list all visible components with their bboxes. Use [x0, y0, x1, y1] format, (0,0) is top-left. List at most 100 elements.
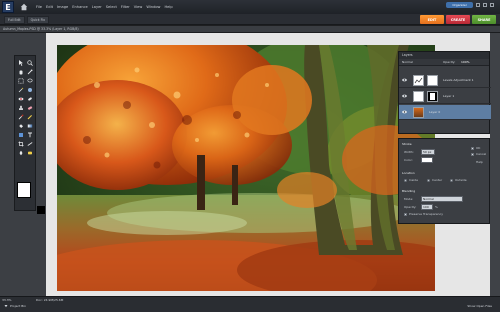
close-icon[interactable]	[490, 3, 494, 7]
cancel-button-indicator	[471, 153, 474, 156]
menu-enhance[interactable]: Enhance	[72, 5, 88, 9]
layer-thumbnail	[413, 107, 424, 118]
blend-mode-label: Mode:	[404, 197, 414, 201]
location-outside-label: Outside	[455, 178, 467, 182]
type-tool-icon[interactable]	[26, 131, 33, 138]
eye-icon[interactable]	[402, 78, 407, 82]
share-mode-button[interactable]: SHARE	[472, 15, 496, 24]
project-bin-toggle[interactable]: Project Bin	[4, 304, 26, 308]
minimize-icon[interactable]	[476, 3, 480, 7]
eraser-icon[interactable]	[26, 104, 33, 111]
zoom-level[interactable]: 33.3%	[2, 298, 12, 302]
document-title: Autumn_Maples.PSD @ 33.3% (Layer 1, RGB/…	[3, 27, 79, 31]
stroke-color-label: Color:	[404, 158, 413, 162]
status-bar: 33.3% Doc: 24.9M/25.6M Project Bin Show …	[0, 296, 500, 312]
pencil-tool-icon[interactable]	[26, 113, 33, 120]
menu-image[interactable]: Image	[57, 5, 68, 9]
foreground-color-swatch[interactable]	[17, 182, 31, 198]
move-tool-icon[interactable]	[17, 59, 24, 66]
blur-tool-icon[interactable]	[17, 149, 24, 156]
layer-row-active[interactable]: Layer 0	[399, 105, 491, 120]
window-controls: Organizer	[446, 2, 494, 8]
eye-icon[interactable]	[402, 94, 407, 98]
blend-opacity-field[interactable]: 100	[421, 204, 433, 210]
tab-full-edit[interactable]: Full Edit	[4, 16, 25, 24]
logo-letter: E	[5, 2, 11, 12]
location-inside-radio[interactable]	[404, 179, 407, 182]
brush-tool-icon[interactable]	[17, 113, 24, 120]
mode-tabs: EDIT CREATE SHARE	[420, 15, 496, 24]
vertical-scrollbar[interactable]	[490, 33, 500, 296]
ok-button-indicator	[471, 147, 474, 150]
tools-panel	[0, 33, 46, 296]
document-title-bar: Autumn_Maples.PSD @ 33.3% (Layer 1, RGB/…	[0, 26, 500, 33]
paint-bucket-icon[interactable]	[17, 122, 24, 129]
stroke-width-label: Width:	[404, 150, 414, 154]
menu-window[interactable]: Window	[146, 5, 160, 9]
edit-mode-button[interactable]: EDIT	[420, 15, 444, 24]
layers-panel: Layers Normal Opacity: 100% Levels Adjus…	[398, 51, 491, 134]
menu-select[interactable]: Select	[106, 5, 117, 9]
app-menubar: E File Edit Image Enhance Layer Select F…	[0, 0, 500, 14]
blend-mode-select[interactable]: Normal	[421, 196, 463, 202]
eyedropper-icon[interactable]	[26, 68, 33, 75]
quick-selection-icon[interactable]	[26, 86, 33, 93]
layer-row[interactable]: Layer 1	[399, 89, 491, 104]
layers-panel-title: Layers	[399, 52, 489, 59]
layer-row[interactable]: Levels Adjustment 1	[399, 73, 491, 88]
tab-quick-fix[interactable]: Quick Fix	[26, 16, 50, 24]
background-color-swatch[interactable]	[37, 206, 45, 214]
layers-toolbar: Normal Opacity: 100%	[399, 59, 489, 66]
layer-opacity-value[interactable]: 100%	[461, 60, 470, 64]
gradient-tool-icon[interactable]	[26, 122, 33, 129]
autumn-maple-photo[interactable]	[57, 45, 435, 291]
menu-filter[interactable]: Filter	[121, 5, 130, 9]
maximize-icon[interactable]	[483, 3, 487, 7]
marquee-tool-icon[interactable]	[17, 77, 24, 84]
sponge-tool-icon[interactable]	[26, 149, 33, 156]
menu-file[interactable]: File	[36, 5, 42, 9]
location-center-radio[interactable]	[427, 179, 430, 182]
organizer-button[interactable]: Organizer	[446, 2, 473, 8]
blend-mode-value: Normal	[423, 197, 434, 201]
preserve-transparency-label: Preserve Transparency	[409, 212, 443, 216]
blend-opacity-label: Opacity:	[404, 205, 417, 209]
blend-mode-select[interactable]: Normal	[402, 60, 413, 64]
location-inside-label: Inside	[409, 178, 418, 182]
straighten-tool-icon[interactable]	[26, 140, 33, 147]
stroke-width-value: 50 px	[423, 150, 432, 154]
ok-button[interactable]: OK	[476, 146, 480, 150]
healing-brush-icon[interactable]	[26, 95, 33, 102]
create-mode-button[interactable]: CREATE	[446, 15, 470, 24]
document-size: Doc: 24.9M/25.6M	[36, 298, 64, 302]
help-button[interactable]: Help	[476, 160, 483, 164]
cancel-button[interactable]: Cancel	[476, 152, 486, 156]
layer-mask-thumbnail	[427, 91, 438, 102]
home-icon[interactable]	[18, 1, 30, 13]
layer-name: Levels Adjustment 1	[443, 78, 474, 82]
menu-edit[interactable]: Edit	[46, 5, 53, 9]
hand-tool-icon[interactable]	[17, 68, 24, 75]
preserve-transparency-checkbox[interactable]	[404, 213, 407, 216]
crop-tool-icon[interactable]	[17, 140, 24, 147]
project-bin-label: Project Bin	[10, 304, 27, 308]
mode-bar: Full Edit Quick Fix EDIT CREATE SHARE	[0, 14, 500, 25]
lasso-tool-icon[interactable]	[26, 77, 33, 84]
red-eye-icon[interactable]	[17, 95, 24, 102]
app-logo[interactable]: E	[2, 1, 14, 13]
menu-help[interactable]: Help	[164, 5, 172, 9]
stroke-color-swatch[interactable]	[421, 157, 433, 163]
location-center-label: Center	[432, 178, 443, 182]
clone-stamp-icon[interactable]	[17, 104, 24, 111]
menu-view[interactable]: View	[134, 5, 143, 9]
layer-opacity-label: Opacity:	[443, 60, 456, 64]
eye-icon[interactable]	[402, 110, 407, 114]
location-outside-radio[interactable]	[450, 179, 453, 182]
location-section-title: Location	[402, 171, 415, 175]
menu-layer[interactable]: Layer	[92, 5, 102, 9]
bin-show-files[interactable]: Show Open Files	[467, 304, 492, 308]
shape-tool-icon[interactable]	[17, 131, 24, 138]
magic-wand-icon[interactable]	[17, 86, 24, 93]
zoom-tool-icon[interactable]	[26, 59, 33, 66]
stroke-width-field[interactable]: 50 px	[421, 149, 435, 155]
